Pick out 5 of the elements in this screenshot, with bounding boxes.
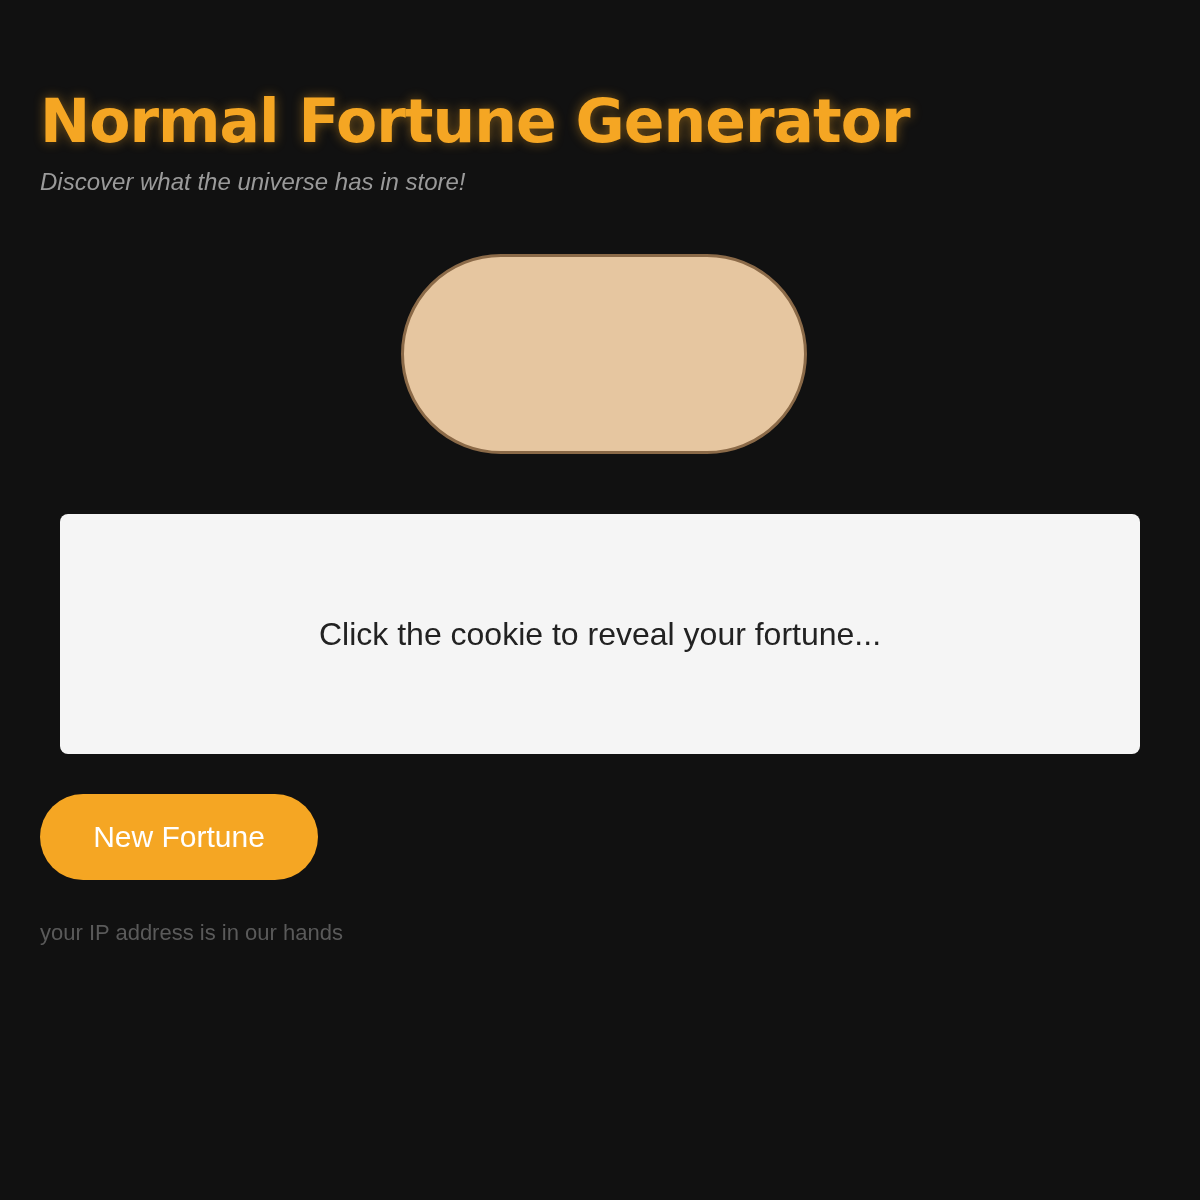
footer-note: your IP address is in our hands	[40, 920, 343, 946]
fortune-message: Click the cookie to reveal your fortune...	[318, 615, 881, 653]
new-fortune-button[interactable]: New Fortune	[40, 794, 318, 880]
page-title: Normal Fortune Generator	[40, 86, 910, 156]
page-subtitle: Discover what the universe has in store!	[40, 168, 466, 196]
